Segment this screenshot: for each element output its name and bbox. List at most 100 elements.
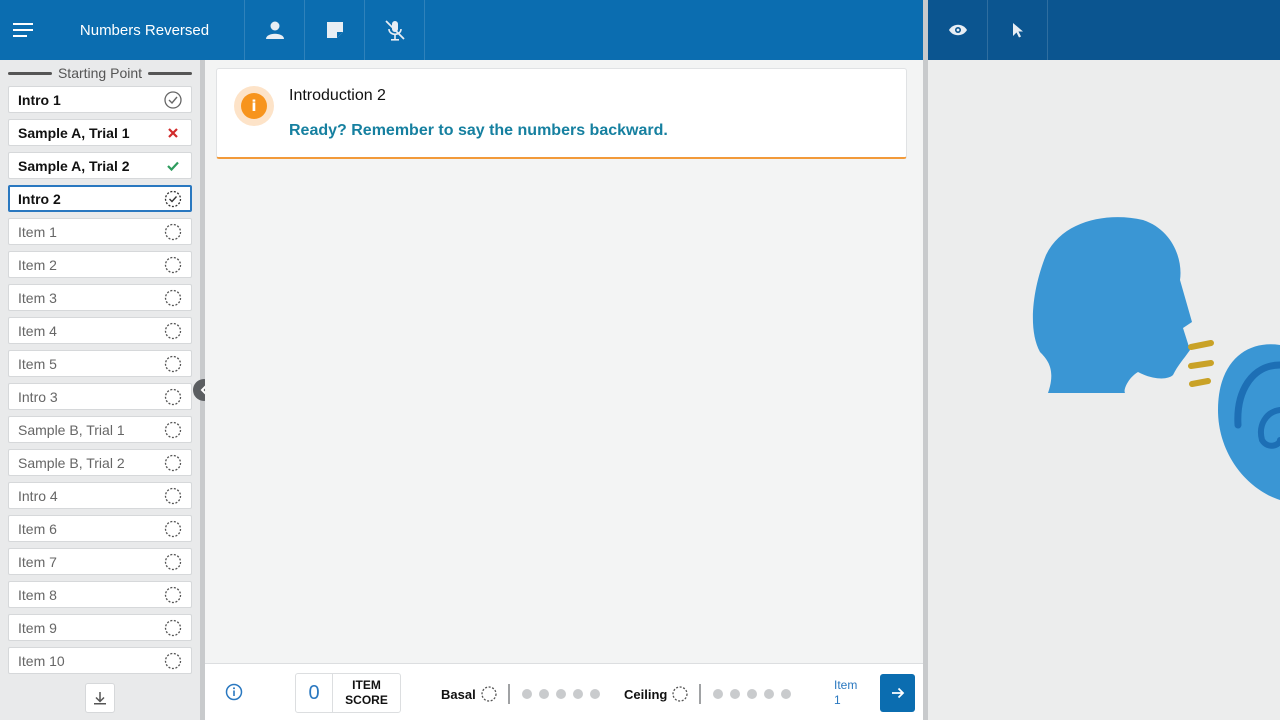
sidebar-item-label: Item 1 [18,223,57,240]
in-progress-icon [164,190,182,208]
mic-off-icon [384,20,405,41]
main-content: i Introduction 2 Ready? Remember to say … [205,60,923,663]
top-toolbar: Numbers Reversed [0,0,923,60]
sidebar-item[interactable]: Item 8 [8,581,192,608]
next-item-button[interactable] [880,674,915,712]
sidebar-item-label: Sample A, Trial 2 [18,157,130,174]
basal-dot [572,689,583,699]
sidebar-item[interactable]: Intro 4 [8,482,192,509]
sidebar-item-label: Item 6 [18,520,57,537]
basal-separator [507,684,510,704]
head-silhouette [1032,217,1192,393]
sidebar-item[interactable]: Item 2 [8,251,192,278]
arrow-right-icon [891,687,904,699]
basal-dot [555,689,566,699]
sidebar-item[interactable]: Intro 1 [8,86,192,113]
incorrect-x-icon [164,124,182,142]
pointer-icon [1012,23,1023,38]
pending-icon [164,355,182,373]
notes-button[interactable] [305,0,365,60]
next-item-label-line1: Item [834,678,858,692]
basal-dot [521,689,532,699]
sidebar-item[interactable]: Sample B, Trial 2 [8,449,192,476]
sidebar-footer [0,675,200,720]
sidebar-item[interactable]: Item 7 [8,548,192,575]
sidebar-item[interactable]: Intro 3 [8,383,192,410]
correct-check-icon [164,157,182,175]
right-toolbar [928,0,1280,60]
sidebar-item-label: Sample B, Trial 2 [18,454,125,471]
header-rule [8,71,52,75]
basal-dot [538,689,549,699]
pending-icon [164,223,182,241]
pending-icon [164,421,182,439]
sidebar-item-label: Item 4 [18,322,57,339]
sidebar-item-label: Item 10 [18,652,65,669]
examinee-view-panel [928,60,1280,720]
pending-icon [164,520,182,538]
download-button[interactable] [85,682,115,713]
ceiling-dot [713,689,724,699]
sidebar-item[interactable]: Intro 2 [8,185,192,212]
pending-icon [164,256,182,274]
instruction-card: i Introduction 2 Ready? Remember to say … [216,68,907,159]
sidebar-item[interactable]: Item 9 [8,614,192,641]
pending-icon [164,487,182,505]
person-icon [265,21,284,39]
sidebar-item-label: Sample B, Trial 1 [18,421,125,438]
basal-indicator: Basal [441,684,603,704]
test-title: Numbers Reversed [45,0,245,60]
sidebar-item[interactable]: Item 10 [8,647,192,674]
sidebar-item[interactable]: Item 6 [8,515,192,542]
sidebar-item-label: Item 3 [18,289,57,306]
item-score-label-line2: SCORE [345,693,388,707]
next-item-label: Item 1 [834,678,857,708]
item-list: Intro 1 Sample A, Trial 1 Sample A, Tria… [0,86,200,674]
sidebar-item[interactable]: Item 3 [8,284,192,311]
pointer-button[interactable] [988,0,1048,60]
starting-point-header: Starting Point [8,60,192,86]
mute-mic-button[interactable] [365,0,425,60]
sidebar-item-label: Intro 1 [18,91,61,108]
starting-point-label: Starting Point [57,65,143,81]
speaking-head-illustration [1032,217,1280,500]
pending-icon [164,289,182,307]
sidebar-item-label: Item 7 [18,553,57,570]
ceiling-status-icon [672,686,688,702]
pending-icon [164,586,182,604]
ceiling-indicator: Ceiling [624,684,794,704]
sidebar-item-label: Intro 2 [18,190,61,207]
ceiling-label: Ceiling [624,686,668,702]
note-icon [326,22,343,38]
pending-icon [164,388,182,406]
basal-status-icon [481,686,497,702]
sidebar-item-label: Intro 3 [18,388,58,405]
view-button[interactable] [928,0,988,60]
eye-icon [948,24,967,36]
item-score-value: 0 [296,674,333,712]
next-item-label-line2: 1 [834,693,841,707]
header-rule [148,71,192,75]
menu-button[interactable] [0,0,45,60]
ceiling-dot [781,689,792,699]
sidebar-item-label: Sample A, Trial 1 [18,124,130,141]
item-score-label-line1: ITEM [352,678,381,692]
sidebar-item[interactable]: Item 1 [8,218,192,245]
info-icon [225,683,243,701]
ceiling-dot [730,689,741,699]
download-icon [94,691,106,704]
examinee-button[interactable] [245,0,305,60]
info-button[interactable] [225,683,243,701]
sidebar-item[interactable]: Item 5 [8,350,192,377]
item-sidebar: Starting Point Intro 1 Sample A, Trial 1… [0,60,200,675]
sidebar-item[interactable]: Item 4 [8,317,192,344]
pending-icon [164,454,182,472]
sidebar-item-label: Intro 4 [18,487,58,504]
check-circle-icon [164,90,182,109]
sidebar-item[interactable]: Sample B, Trial 1 [8,416,192,443]
pending-icon [164,322,182,340]
sidebar-item[interactable]: Sample A, Trial 1 [8,119,192,146]
sidebar-item[interactable]: Sample A, Trial 2 [8,152,192,179]
item-score-label: ITEM SCORE [333,674,400,712]
pending-icon [164,619,182,637]
